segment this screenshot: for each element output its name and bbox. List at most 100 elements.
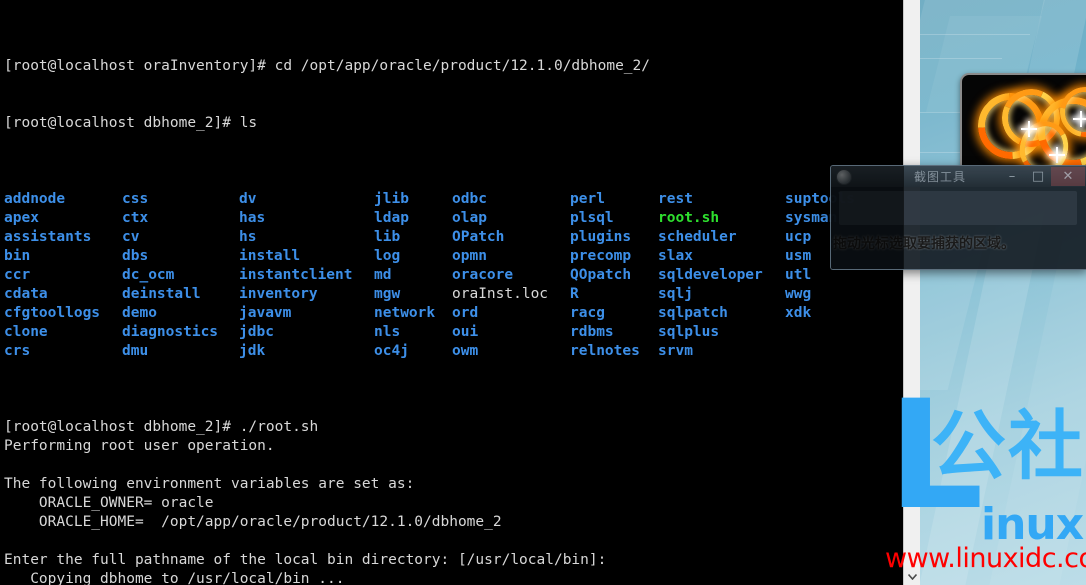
ls-entry: jdbc	[239, 324, 274, 340]
ls-entry: has	[239, 210, 266, 226]
terminal-output-rootsh: [root@localhost dbhome_2]# ./root.sh Perf…	[0, 418, 903, 585]
ls-entry: opmn	[452, 248, 487, 264]
ls-entry: jlib	[374, 191, 409, 207]
ls-row: assistants cv hs lib OPatch plugins scheduler u…	[0, 228, 903, 247]
ls-row: bin dbs install log opmn precomp slax usm	[0, 247, 903, 266]
ls-entry: cfgtoollogs	[4, 305, 101, 321]
ls-entry: md	[374, 267, 392, 283]
ls-row: apex ctx has ldap olap plsql root.sh sysman	[0, 209, 903, 228]
ls-entry: assistants	[4, 229, 92, 245]
snipping-tool-hint: 拖动光标选取要捕获的区域。	[833, 236, 1015, 252]
terminal-line-command-cd: [root@localhost oraInventory]# cd /opt/a…	[4, 58, 651, 74]
ls-entry: QOpatch	[570, 267, 632, 283]
sparkle-3h	[1049, 154, 1065, 156]
ls-entry: hs	[239, 229, 257, 245]
desktop-wallpaper	[920, 0, 1086, 585]
ls-entry: cdata	[4, 286, 48, 302]
ls-entry: bin	[4, 248, 31, 264]
snipping-tool-title: 截图工具	[914, 170, 967, 184]
ls-entry: ord	[452, 305, 479, 321]
terminal-output-line: ORACLE_HOME= /opt/app/oracle/product/12.…	[4, 514, 502, 530]
window-controls: – □ ✕	[999, 166, 1085, 187]
ls-entry: R	[570, 286, 579, 302]
ls-entry: sqldeveloper	[658, 267, 763, 283]
scrollbar-track[interactable]	[904, 0, 920, 568]
ls-entry: owm	[452, 343, 479, 359]
ls-entry: clone	[4, 324, 48, 340]
ls-entry: utl	[785, 267, 812, 283]
terminal-line-command-ls: [root@localhost dbhome_2]# ls	[4, 115, 258, 131]
ls-row: cdata deinstall inventory mgw oraInst.loc Rsq…	[0, 285, 903, 304]
ls-row: crs dmu jdk oc4j owm relnotes srvm	[0, 342, 903, 361]
ls-entry: scheduler	[658, 229, 737, 245]
ls-entry: usm	[785, 248, 812, 264]
ls-entry: sqlpatch	[658, 305, 728, 321]
screen-root: [root@localhost oraInventory]# cd /opt/a…	[0, 0, 1086, 585]
ls-entry: oraInst.loc	[452, 286, 549, 302]
terminal-output-line: [root@localhost dbhome_2]# ./root.sh	[4, 419, 319, 435]
ls-entry: apex	[4, 210, 39, 226]
ls-entry: racg	[570, 305, 605, 321]
ls-entry: log	[374, 248, 401, 264]
ls-entry: nls	[374, 324, 401, 340]
snipping-tool-toolbar[interactable]	[839, 191, 1077, 225]
ls-entry: ucp	[785, 229, 812, 245]
ls-entry: demo	[122, 305, 157, 321]
ls-entry: diagnostics	[122, 324, 219, 340]
terminal-output-line: Copying dbhome to /usr/local/bin ...	[4, 571, 345, 585]
ls-row: ccr dc_ocm instantclient md oracore QOpatch sq…	[0, 266, 903, 285]
ls-entry: relnotes	[570, 343, 640, 359]
ls-entry: srvm	[658, 343, 693, 359]
ls-entry: ctx	[122, 210, 149, 226]
ls-entry: lib	[374, 229, 401, 245]
close-button[interactable]: ✕	[1051, 167, 1085, 186]
ls-entry: ldap	[374, 210, 409, 226]
ls-entry: instantclient	[239, 267, 353, 283]
snipping-tool-titlebar[interactable]: 截图工具 – □ ✕	[831, 166, 1086, 187]
terminal-window[interactable]: [root@localhost oraInventory]# cd /opt/a…	[0, 0, 903, 585]
ls-entry: oui	[452, 324, 479, 340]
flaming-hearts-thumbnail[interactable]	[960, 73, 1086, 174]
ls-entry: OPatch	[452, 229, 505, 245]
ls-entry: dmu	[122, 343, 149, 359]
sparkle-2h	[1073, 118, 1086, 120]
ls-entry: plsql	[570, 210, 614, 226]
terminal-output-line: ORACLE_OWNER= oracle	[4, 495, 214, 511]
terminal-output-line: Enter the full pathname of the local bin…	[4, 552, 607, 568]
ls-entry: ccr	[4, 267, 31, 283]
ls-entry: addnode	[4, 191, 66, 207]
snip-icon	[836, 168, 852, 185]
ls-entry: dc_ocm	[122, 267, 175, 283]
snipping-tool-window[interactable]: 截图工具 – □ ✕ 拖动光标选取要捕获的区域。	[830, 165, 1086, 270]
ls-entry: xdk	[785, 305, 812, 321]
ls-entry: install	[239, 248, 301, 264]
ls-entry: inventory	[239, 286, 318, 302]
ls-entry: oc4j	[374, 343, 409, 359]
ls-entry: css	[122, 191, 149, 207]
scrollbar-down-button[interactable]	[904, 568, 920, 585]
ls-entry: jdk	[239, 343, 266, 359]
minimize-button[interactable]: –	[999, 167, 1025, 186]
ls-entry: precomp	[570, 248, 632, 264]
ls-output-grid: addnode css dv jlib odbc perl rest suptools apex…	[0, 190, 903, 361]
ls-entry: odbc	[452, 191, 487, 207]
ls-row: clone diagnostics jdbc nls oui rdbms sqlplus	[0, 323, 903, 342]
ls-entry: cv	[122, 229, 140, 245]
ls-entry: crs	[4, 343, 31, 359]
ls-entry: wwg	[785, 286, 812, 302]
ls-row: addnode css dv jlib odbc perl rest suptools	[0, 190, 903, 209]
sparkle-1h	[1021, 128, 1037, 130]
terminal-output-line: Performing root user operation.	[4, 438, 275, 454]
ls-entry: perl	[570, 191, 605, 207]
maximize-button[interactable]: □	[1025, 167, 1051, 186]
terminal-scrollbar[interactable]	[903, 0, 920, 585]
snipping-tool-body: 拖动光标选取要捕获的区域。	[831, 187, 1086, 269]
ls-entry: mgw	[374, 286, 401, 302]
ls-row: cfgtoollogs demo javavm network ord racg sqlpa…	[0, 304, 903, 323]
ls-entry: slax	[658, 248, 693, 264]
ls-entry: olap	[452, 210, 487, 226]
ls-entry: rdbms	[570, 324, 614, 340]
ls-entry: sqlplus	[658, 324, 720, 340]
